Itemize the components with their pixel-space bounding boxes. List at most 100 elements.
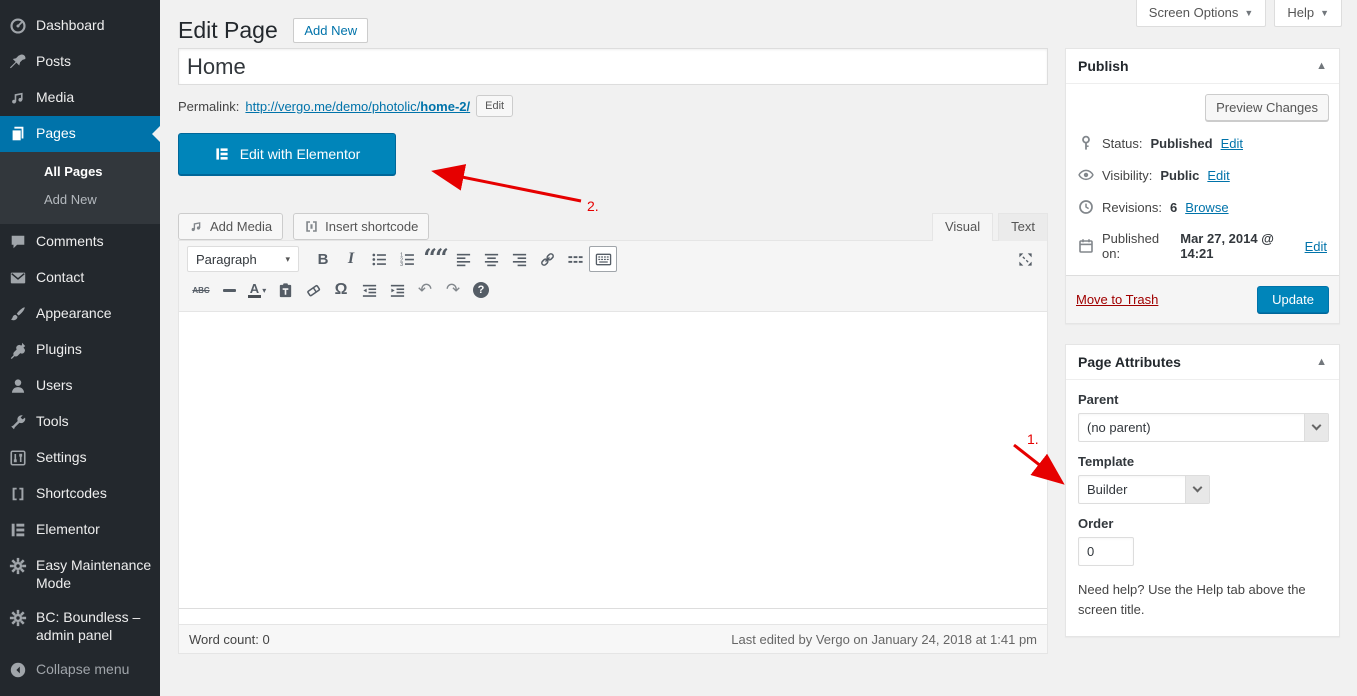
parent-select[interactable]: (no parent): [1078, 413, 1329, 442]
undo-button[interactable]: ↶: [411, 277, 439, 303]
editor-tools-row: Add Media Insert shortcode Visual Text: [178, 212, 1048, 241]
move-to-trash-link[interactable]: Move to Trash: [1076, 292, 1158, 307]
sidebar-item-dashboard[interactable]: Dashboard: [0, 8, 160, 44]
permalink-link[interactable]: http://vergo.me/demo/photolic/home-2/: [245, 99, 470, 114]
collapse-toggle-icon[interactable]: ▲: [1316, 60, 1327, 72]
horizontal-rule-button[interactable]: [215, 277, 243, 303]
numbered-list-button[interactable]: 123: [393, 246, 421, 272]
sliders-icon: [8, 448, 28, 468]
publish-metabox: Publish ▲ Preview Changes Status: Publis…: [1065, 48, 1340, 324]
bullet-list-button[interactable]: [365, 246, 393, 272]
outdent-button[interactable]: [355, 277, 383, 303]
sidebar-item-bc-boundless[interactable]: BC: Boundless – admin panel: [0, 600, 160, 652]
add-new-button[interactable]: Add New: [293, 18, 369, 43]
strikethrough-button[interactable]: ABC: [187, 277, 215, 303]
bullet-list-icon: [372, 253, 386, 265]
sidebar-item-comments[interactable]: Comments: [0, 224, 160, 260]
insert-shortcode-button[interactable]: Insert shortcode: [293, 213, 430, 240]
help-tab[interactable]: Help ▼: [1274, 0, 1342, 27]
elementor-icon: [216, 148, 228, 160]
sidebar-item-media[interactable]: Media: [0, 80, 160, 116]
sidebar-item-elementor[interactable]: Elementor: [0, 512, 160, 548]
sidebar-item-shortcodes[interactable]: Shortcodes: [0, 476, 160, 512]
sidebar-item-collapse-menu[interactable]: Collapse menu: [0, 652, 160, 688]
sidebar-column: Publish ▲ Preview Changes Status: Publis…: [1065, 48, 1340, 657]
template-label: Template: [1078, 454, 1135, 469]
add-media-button[interactable]: Add Media: [178, 213, 284, 240]
history-icon: [1079, 200, 1093, 214]
help-button[interactable]: ?: [467, 277, 495, 303]
user-icon: [8, 376, 28, 396]
edit-visibility-link[interactable]: Edit: [1207, 168, 1229, 183]
sidebar-subitem-all-pages[interactable]: All Pages: [0, 158, 160, 186]
text-tab[interactable]: Text: [998, 213, 1048, 241]
gear-icon: [8, 556, 28, 576]
special-character-button[interactable]: Ω: [327, 277, 355, 303]
sidebar-item-contact[interactable]: Contact: [0, 260, 160, 296]
keyboard-icon: [595, 253, 611, 265]
eye-icon: [1078, 169, 1094, 181]
blockquote-button[interactable]: ““: [421, 246, 449, 272]
edit-published-date-link[interactable]: Edit: [1305, 239, 1327, 254]
publish-metabox-header[interactable]: Publish ▲: [1066, 49, 1339, 84]
indent-icon: [390, 284, 404, 297]
post-title-input[interactable]: [178, 48, 1048, 85]
align-left-button[interactable]: [449, 246, 477, 272]
sidebar-item-settings[interactable]: Settings: [0, 440, 160, 476]
clear-formatting-button[interactable]: [299, 277, 327, 303]
italic-button[interactable]: I: [337, 246, 365, 272]
sidebar-item-easy-maintenance-mode[interactable]: Easy Maintenance Mode: [0, 548, 160, 600]
svg-text:3: 3: [400, 262, 403, 268]
sidebar-item-plugins[interactable]: Plugins: [0, 332, 160, 368]
edit-with-elementor-button[interactable]: Edit with Elementor: [178, 133, 396, 175]
browse-revisions-link[interactable]: Browse: [1185, 200, 1228, 215]
update-button[interactable]: Update: [1257, 286, 1329, 313]
template-select[interactable]: Builder: [1078, 475, 1210, 504]
page-attributes-metabox: Page Attributes ▲ Parent (no parent) Tem…: [1065, 344, 1340, 638]
read-more-button[interactable]: [561, 246, 589, 272]
outdent-icon: [362, 284, 376, 297]
align-right-button[interactable]: [505, 246, 533, 272]
pages-icon: [8, 124, 28, 144]
editor-column: Permalink: http://vergo.me/demo/photolic…: [178, 48, 1048, 657]
bold-button[interactable]: B: [309, 246, 337, 272]
align-center-button[interactable]: [477, 246, 505, 272]
paragraph-format-select[interactable]: Paragraph ▾: [187, 246, 299, 272]
gear-icon: [8, 608, 28, 628]
text-color-button[interactable]: A ▾: [243, 277, 271, 303]
preview-changes-button[interactable]: Preview Changes: [1205, 94, 1329, 121]
indent-button[interactable]: [383, 277, 411, 303]
toolbar-toggle-button[interactable]: [589, 246, 617, 272]
sidebar-item-appearance[interactable]: Appearance: [0, 296, 160, 332]
paste-as-text-button[interactable]: [271, 277, 299, 303]
visibility-row: Visibility: Public Edit: [1076, 159, 1329, 191]
chevron-down-icon: [1304, 414, 1328, 441]
status-row: Status: Published Edit: [1076, 127, 1329, 159]
insert-link-button[interactable]: [533, 246, 561, 272]
numbered-list-icon: 123: [400, 252, 414, 268]
sidebar-item-tools[interactable]: Tools: [0, 404, 160, 440]
collapse-toggle-icon[interactable]: ▲: [1316, 356, 1327, 368]
fullscreen-button[interactable]: [1011, 246, 1039, 272]
published-on-row: Published on: Mar 27, 2014 @ 14:21 Edit: [1076, 223, 1329, 269]
order-input[interactable]: [1078, 537, 1134, 566]
editor-content-area[interactable]: [179, 312, 1047, 608]
wysiwyg-editor: Paragraph ▾ B I 123 ““ ABC A ▾ Ω ↶ ↷ ? W…: [178, 240, 1048, 654]
editor-mode-tabs: Visual Text: [927, 212, 1048, 241]
main-content: Screen Options ▼ Help ▼ Edit Page Add Ne…: [160, 0, 1357, 696]
sidebar-item-posts[interactable]: Posts: [0, 44, 160, 80]
media-icon: [191, 222, 201, 232]
sidebar-item-pages[interactable]: Pages: [0, 116, 160, 152]
chevron-down-icon: ▼: [1244, 7, 1254, 18]
edit-permalink-button[interactable]: Edit: [476, 95, 514, 117]
sidebar-item-users[interactable]: Users: [0, 368, 160, 404]
screen-options-tab[interactable]: Screen Options ▼: [1135, 0, 1267, 27]
sidebar-subitem-add-new[interactable]: Add New: [0, 186, 160, 214]
visual-tab[interactable]: Visual: [931, 213, 994, 241]
redo-button[interactable]: ↷: [439, 277, 467, 303]
plug-icon: [8, 340, 28, 360]
edit-status-link[interactable]: Edit: [1221, 136, 1243, 151]
brush-icon: [8, 304, 28, 324]
page-attributes-header[interactable]: Page Attributes ▲: [1066, 345, 1339, 380]
editor-resize-handle[interactable]: [179, 608, 1047, 624]
